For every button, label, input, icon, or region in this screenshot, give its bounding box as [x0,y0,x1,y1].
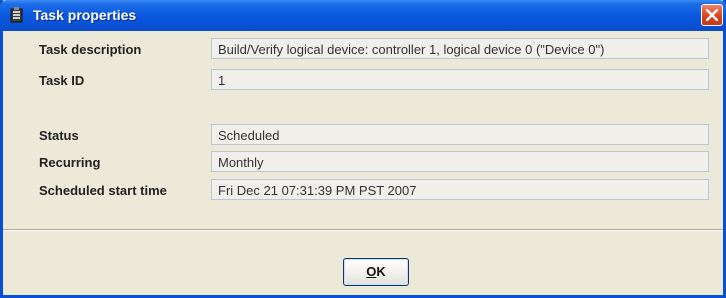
recurring-field: Monthly [211,151,709,172]
task-properties-dialog: Task properties Task description Build/V… [0,0,726,298]
ok-button[interactable]: OK [343,258,409,286]
status-label: Status [39,128,79,143]
ok-label-rest: K [376,264,386,279]
task-description-label: Task description [39,42,142,57]
dialog-title: Task properties [33,7,137,23]
recurring-label: Recurring [39,155,101,170]
close-button[interactable] [701,4,723,26]
title-bar[interactable]: Task properties [0,0,726,31]
task-properties-icon [9,7,25,23]
scheduled-start-time-field: Fri Dec 21 07:31:39 PM PST 2007 [211,179,709,200]
ok-mnemonic: O [366,264,377,279]
scheduled-start-time-label: Scheduled start time [39,183,167,198]
task-id-label: Task ID [39,73,85,88]
task-id-field: 1 [211,69,709,90]
button-separator [3,229,723,231]
task-description-field: Build/Verify logical device: controller … [211,38,709,59]
status-field: Scheduled [211,124,709,145]
